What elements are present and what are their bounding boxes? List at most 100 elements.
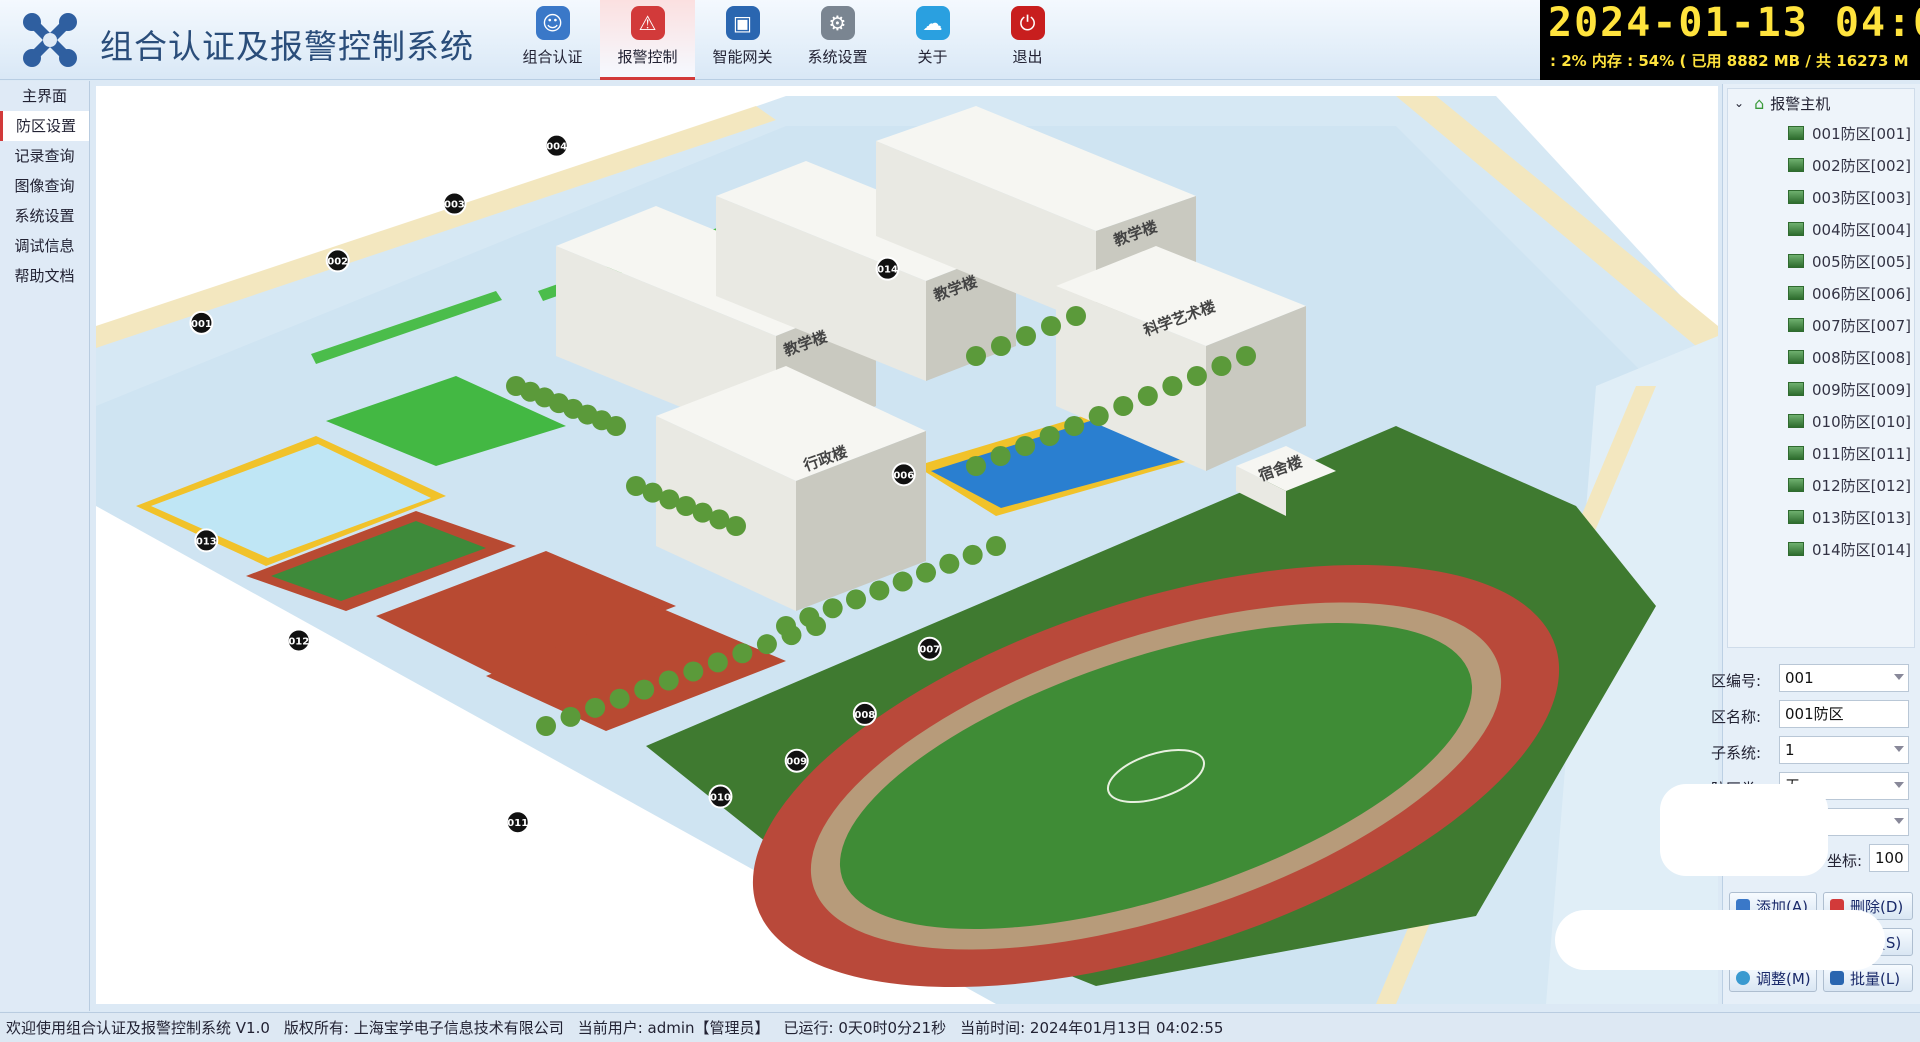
zone-marker-label: 003 — [444, 200, 465, 211]
tree-item[interactable]: 012防区[012] — [1728, 469, 1914, 501]
app-title: 组合认证及报警控制系统 — [100, 27, 474, 66]
zone-marker-009[interactable]: 009 — [784, 748, 809, 773]
tree-item[interactable]: 001防区[001] — [1728, 117, 1914, 149]
zone-icon — [1788, 414, 1804, 428]
cloud-icon: ☁ — [915, 6, 950, 40]
zone-icon — [1788, 222, 1804, 236]
chevron-down-icon — [1894, 674, 1904, 680]
tree-decoration — [1039, 426, 1060, 446]
gear-icon: ⚙ — [820, 6, 855, 40]
nav-item-0[interactable]: ☺ 组合认证 — [505, 0, 600, 80]
tree-decoration — [1186, 366, 1207, 386]
tree-decoration — [869, 580, 890, 601]
zone-marker-004[interactable]: 004 — [544, 133, 569, 158]
tree-decoration — [1015, 436, 1036, 456]
subsystem-value: 1 — [1785, 741, 1795, 759]
batch-icon — [1830, 971, 1844, 985]
tree-decoration — [756, 634, 777, 655]
zone-icon — [1788, 478, 1804, 492]
zone-marker-010[interactable]: 010 — [708, 784, 733, 809]
tree-decoration — [609, 688, 630, 709]
zone-marker-001[interactable]: 001 — [189, 310, 214, 335]
zone-marker-013[interactable]: 013 — [194, 528, 219, 553]
zone-icon — [1788, 542, 1804, 556]
tree-item[interactable]: 008防区[008] — [1728, 341, 1914, 373]
host-icon: ⌂ — [1754, 93, 1765, 113]
subsystem-select[interactable]: 1 — [1779, 736, 1909, 764]
tree-decoration — [536, 716, 556, 736]
tree-decoration — [585, 697, 606, 718]
zone-marker-008[interactable]: 008 — [852, 701, 877, 726]
zone-name-row: 区名称: 001防区 — [1711, 700, 1920, 730]
tree-item-label: 006防区[006] — [1812, 284, 1911, 303]
sidebar-item-5[interactable]: 调试信息 — [0, 231, 89, 261]
sidebar-item-3[interactable]: 图像查询 — [0, 171, 89, 201]
tree-decoration — [962, 544, 983, 565]
tree-decoration — [966, 456, 986, 476]
zone-marker-011[interactable]: 011 — [505, 810, 530, 835]
nav-label: 报警控制 — [617, 48, 678, 66]
sidebar-item-0[interactable]: 主界面 — [0, 81, 89, 111]
zone-tree: ⌄ ⌂ 报警主机 001防区[001] 002防区[002] 003防区[003] 0… — [1727, 88, 1915, 648]
zone-no-select[interactable]: 001 — [1779, 664, 1909, 692]
tree-decoration — [939, 553, 960, 574]
zone-icon — [1788, 254, 1804, 268]
zone-marker-014[interactable]: 014 — [875, 256, 900, 281]
nav-item-4[interactable]: ☁ 关于 — [885, 0, 980, 80]
zone-marker-003[interactable]: 003 — [442, 191, 467, 216]
clock-display: 2024-01-13 04:02:55 — [1548, 0, 1920, 46]
tree-decoration — [683, 661, 704, 682]
tree-decoration — [560, 706, 581, 727]
tree-decoration — [1041, 316, 1061, 336]
system-info: : 2% 内存 : 54% ( 已用 8882 MB / 共 16273 M — [1550, 52, 1909, 70]
sidebar-item-1[interactable]: 防区设置 — [0, 111, 89, 141]
coord-input[interactable]: 100 — [1869, 844, 1909, 872]
tree-decoration — [781, 625, 802, 646]
tree-item-label: 009防区[009] — [1812, 380, 1911, 399]
tree-item[interactable]: 014防区[014] — [1728, 533, 1914, 565]
tree-item-label: 003防区[003] — [1812, 188, 1911, 207]
tree-item[interactable]: 002防区[002] — [1728, 149, 1914, 181]
coord-value: 100 — [1875, 849, 1904, 867]
zone-marker-007[interactable]: 007 — [917, 636, 942, 661]
tree-item[interactable]: 003防区[003] — [1728, 181, 1914, 213]
sidebar-item-2[interactable]: 记录查询 — [0, 141, 89, 171]
tree-item[interactable]: 011防区[011] — [1728, 437, 1914, 469]
tree-decoration — [846, 589, 866, 610]
tree-item[interactable]: 004防区[004] — [1728, 213, 1914, 245]
zone-marker-002[interactable]: 002 — [325, 248, 350, 273]
nav-item-3[interactable]: ⚙ 系统设置 — [790, 0, 885, 80]
zone-marker-006[interactable]: 006 — [891, 462, 916, 487]
campus-map[interactable]: 教学楼 教学楼 教学楼 科学艺术楼 行政楼 宿舍楼 001 002 003 004 00… — [96, 86, 1718, 1004]
tree-item[interactable]: 007防区[007] — [1728, 309, 1914, 341]
nav-item-1[interactable]: ⚠ 报警控制 — [600, 0, 695, 80]
tree-item-label: 013防区[013] — [1812, 508, 1911, 527]
sidebar-item-6[interactable]: 帮助文档 — [0, 261, 89, 291]
tree-item[interactable]: 006防区[006] — [1728, 277, 1914, 309]
zone-marker-012[interactable]: 012 — [286, 628, 311, 653]
nav-item-2[interactable]: ▣ 智能网关 — [695, 0, 790, 80]
zone-marker-label: 012 — [288, 636, 309, 647]
zone-marker-label: 009 — [786, 757, 807, 768]
zone-marker-label: 013 — [196, 536, 217, 547]
tree-item[interactable]: 005防区[005] — [1728, 245, 1914, 277]
tree-item-label: 002防区[002] — [1812, 156, 1911, 175]
sidebar-item-4[interactable]: 系统设置 — [0, 201, 89, 231]
tree-item[interactable]: 009防区[009] — [1728, 373, 1914, 405]
tree-item[interactable]: 010防区[010] — [1728, 405, 1914, 437]
tree-decoration — [1016, 326, 1036, 346]
tree-decoration — [1088, 406, 1109, 426]
zone-name-input[interactable]: 001防区 — [1779, 700, 1909, 728]
tree-item[interactable]: 013防区[013] — [1728, 501, 1914, 533]
adjust-button-label: 调整(M) — [1756, 969, 1811, 988]
chevron-down-icon[interactable]: ⌄ — [1734, 96, 1744, 110]
tree-decoration — [806, 616, 826, 636]
tree-root[interactable]: ⌄ ⌂ 报警主机 — [1728, 89, 1914, 117]
subsystem-label: 子系统: — [1711, 744, 1762, 762]
status-copyright: 版权所有: 上海宝学电子信息技术有限公司 — [283, 1019, 564, 1037]
nav-item-5[interactable]: ⏻ 退出 — [980, 0, 1075, 80]
zone-no-label: 区编号: — [1711, 672, 1762, 690]
tree-decoration — [658, 670, 679, 691]
status-bar: 欢迎使用组合认证及报警控制系统 V1.0 版权所有: 上海宝学电子信息技术有限公… — [0, 1012, 1920, 1042]
tree-decoration — [1162, 376, 1183, 396]
